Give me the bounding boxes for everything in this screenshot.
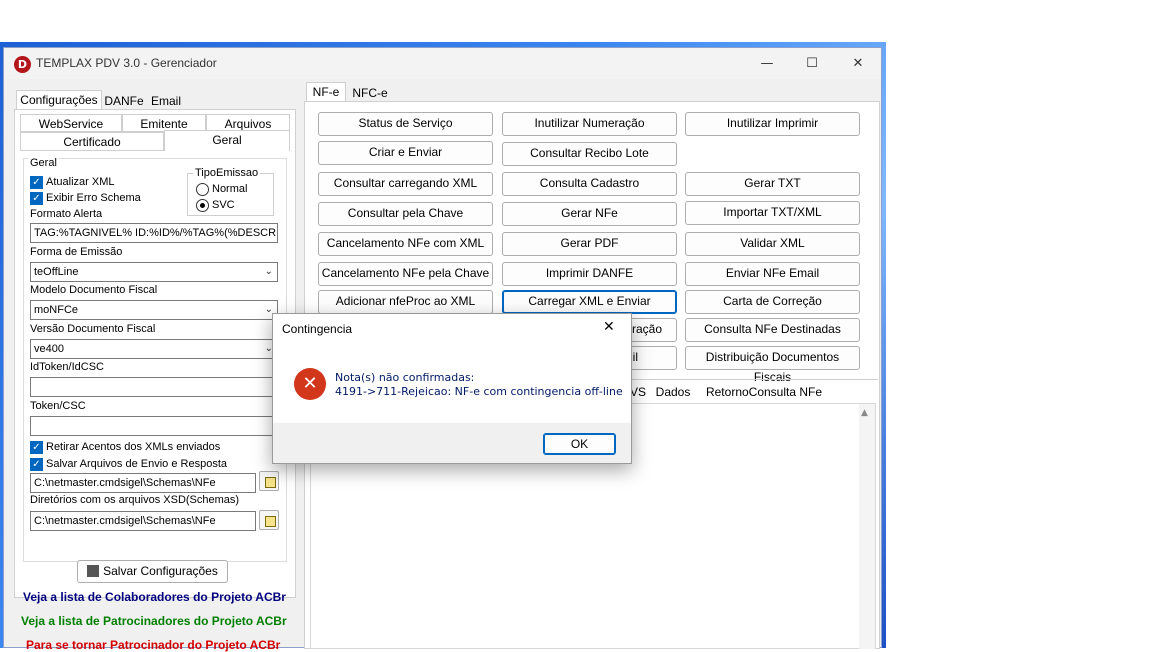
dialog-message-line1: Nota(s) não confirmadas: [335,371,475,384]
validar-xml-button[interactable]: Validar XML [685,232,860,256]
error-icon: ✕ [294,368,326,400]
tab-certificado[interactable]: Certificado [20,132,164,151]
consultar-recibo-button[interactable]: Consultar Recibo Lote [502,142,677,166]
title-bar: D TEMPLAX PDV 3.0 - Gerenciador — ☐ ✕ [4,48,881,79]
salvar-arquivos-label: Salvar Arquivos de Envio e Resposta [46,458,227,470]
tab-configuracoes[interactable]: Configurações [16,90,102,110]
exibir-erro-schema-label: Exibir Erro Schema [46,192,141,204]
gerar-nfe-button[interactable]: Gerar NFe [502,202,677,226]
salvar-configuracoes-label: Salvar Configurações [103,564,218,578]
ok-button[interactable]: OK [543,433,616,455]
dialog-message-line2: 4191->711-Rejeicao: NF-e com contingenci… [335,385,623,398]
status-servico-button[interactable]: Status de Serviço [318,112,493,136]
tab-nfe[interactable]: NF-e [306,82,346,102]
imprimir-danfe-button[interactable]: Imprimir DANFE [502,262,677,286]
modelo-documento-value: moNFCe [34,304,79,316]
criar-enviar-button[interactable]: Criar e Enviar [318,141,493,165]
modelo-documento-label: Modelo Documento Fiscal [30,284,158,296]
idtoken-input[interactable] [30,377,278,397]
forma-emissao-label: Forma de Emissão [30,246,123,258]
inutilizar-imprimir-button[interactable]: Inutilizar Imprimir [685,112,860,136]
token-label: Token/CSC [30,400,86,412]
minimize-button[interactable]: — [744,52,790,76]
tab-webservice[interactable]: WebService [20,114,122,132]
consulta-destinadas-button[interactable]: Consulta NFe Destinadas [685,318,860,342]
versao-documento-value: ve400 [34,343,64,355]
browse-folder-icon[interactable] [259,471,279,491]
versao-documento-label: Versão Documento Fiscal [30,323,156,335]
radio-svc-label: SVC [212,199,235,211]
salvar-arquivos-checkbox[interactable]: ✓ [30,458,43,471]
formato-alerta-input[interactable]: TAG:%TAGNIVEL% ID:%ID%/%TAG%(%DESCRICAO%… [30,223,278,243]
tab-retorno-consulta[interactable]: RetornoConsulta NFe 2.01 [694,383,834,417]
dialog-title: Contingencia [282,322,353,336]
tab-dados[interactable]: Dados [653,383,693,401]
formato-alerta-label: Formato Alerta [30,208,103,220]
atualizar-xml-label: Atualizar XML [46,176,115,188]
link-patrocinadores[interactable]: Veja a lista de Patrocinadores do Projet… [21,614,287,628]
app-icon: D [14,56,31,73]
left-config-panel: Configurações DANFe Email WebService Emi… [12,88,296,598]
maximize-button[interactable]: ☐ [789,52,835,76]
radio-normal-label: Normal [212,183,248,195]
carregar-xml-enviar-button[interactable]: Carregar XML e Enviar [502,290,677,314]
geral-group-label: Geral [28,157,59,169]
path-schemas-input[interactable]: C:\netmaster.cmdsigel\Schemas\NFe [30,511,256,531]
dialog-footer: OK [273,423,631,463]
cancelamento-chave-button[interactable]: Cancelamento NFe pela Chave [318,262,493,286]
radio-svc[interactable] [196,199,209,212]
gerar-pdf-button[interactable]: Gerar PDF [502,232,677,256]
atualizar-xml-checkbox[interactable]: ✓ [30,176,43,189]
adicionar-nfeproc-button[interactable]: Adicionar nfeProc ao XML [318,290,493,314]
window-title: TEMPLAX PDV 3.0 - Gerenciador [36,56,217,70]
save-icon [87,565,100,577]
cancelamento-xml-button[interactable]: Cancelamento NFe com XML [318,232,493,256]
dialog-close-icon[interactable]: ✕ [603,319,615,335]
forma-emissao-select[interactable]: teOffLine ⌄ [30,262,278,282]
vertical-scrollbar[interactable] [859,404,875,649]
link-tornar-patrocinador[interactable]: Para se tornar Patrocinador do Projeto A… [26,638,280,652]
exibir-erro-schema-checkbox[interactable]: ✓ [30,192,43,205]
salvar-configuracoes-button[interactable]: Salvar Configurações [77,560,228,583]
diretorios-label: Diretórios com os arquivos XSD(Schemas) [30,494,240,506]
consultar-carregando-button[interactable]: Consultar carregando XML [318,172,493,196]
tab-nfce[interactable]: NFC-e [348,84,392,102]
contingencia-dialog: Contingencia ✕ ✕ Nota(s) não confirmadas… [272,313,632,464]
retirar-acentos-label: Retirar Acentos dos XMLs enviados [46,441,221,453]
carta-correcao-button[interactable]: Carta de Correção [685,290,860,314]
token-input[interactable] [30,416,278,436]
importar-txt-button[interactable]: Importar TXT/XML [685,201,860,225]
modelo-documento-select[interactable]: moNFCe ⌄ [30,300,278,320]
tab-danfe[interactable]: DANFe [102,92,146,110]
browse-folder-icon[interactable] [259,510,279,530]
idtoken-label: IdToken/IdCSC [30,361,104,373]
inutilizar-numeracao-button[interactable]: Inutilizar Numeração [502,112,677,136]
close-button[interactable]: ✕ [835,52,881,76]
versao-documento-select[interactable]: ve400 ⌄ [30,339,278,359]
forma-emissao-value: teOffLine [34,266,79,278]
tab-geral[interactable]: Geral [164,130,290,151]
tab-email[interactable]: Email [146,92,186,110]
enviar-email-button[interactable]: Enviar NFe Email [685,262,860,286]
tipo-emissao-label: TipoEmissao [193,167,261,179]
link-colaboradores[interactable]: Veja a lista de Colaboradores do Projeto… [23,590,286,604]
distribuicao-documentos-button[interactable]: Distribuição Documentos Fiscais [685,346,860,384]
chevron-down-icon: ⌄ [264,266,273,277]
radio-normal[interactable] [196,183,209,196]
path-envio-input[interactable]: C:\netmaster.cmdsigel\Schemas\NFe [30,473,256,493]
consultar-chave-button[interactable]: Consultar pela Chave [318,202,493,226]
gerar-txt-button[interactable]: Gerar TXT [685,172,860,196]
scroll-up-icon[interactable]: ▲ [861,408,868,418]
consulta-cadastro-button[interactable]: Consulta Cadastro [502,172,677,196]
retirar-acentos-checkbox[interactable]: ✓ [30,441,43,454]
